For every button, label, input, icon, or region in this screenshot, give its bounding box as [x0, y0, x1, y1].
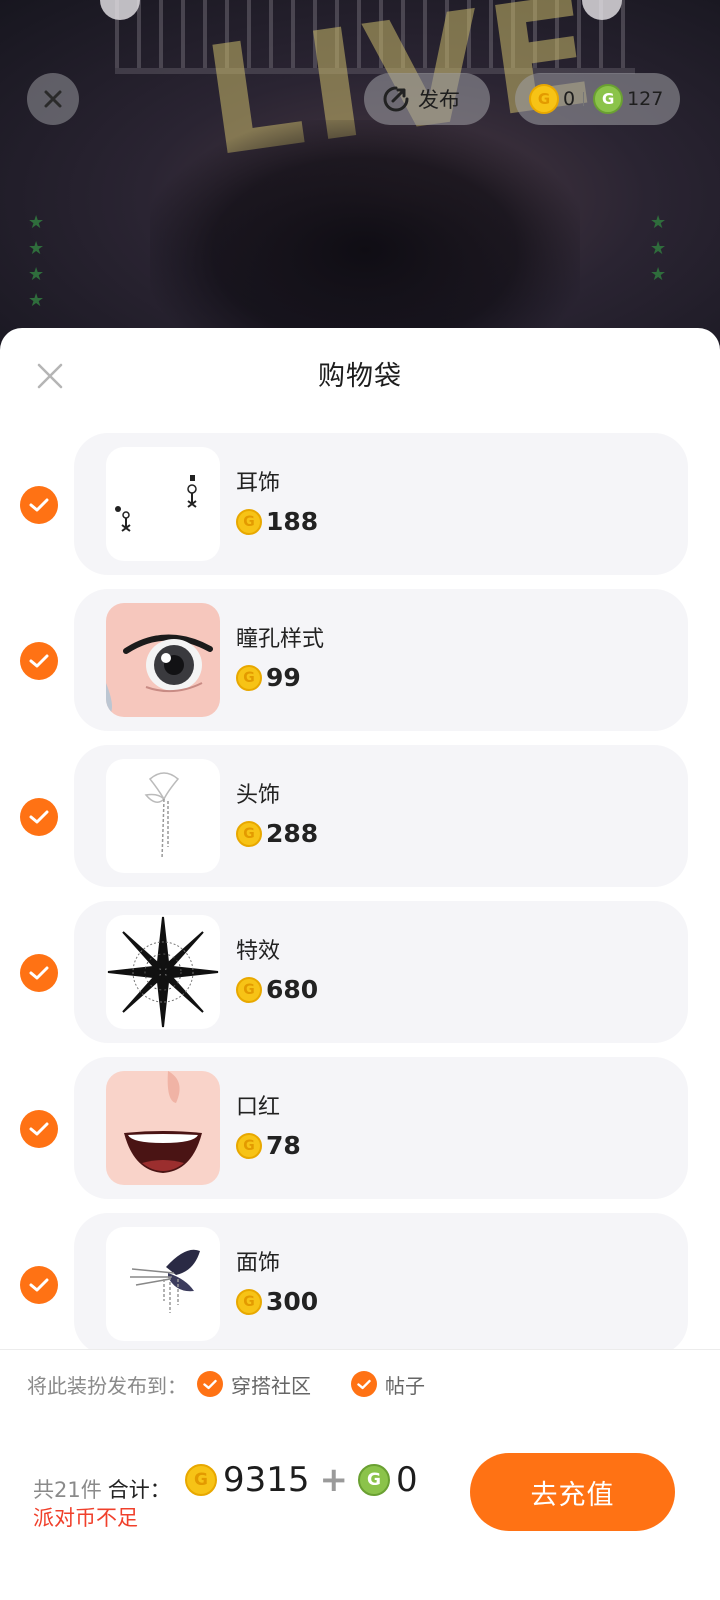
- headpiece-icon: [106, 759, 220, 873]
- decor-stars: ★ ★ ★ ★: [28, 212, 45, 311]
- price-value: 680: [266, 975, 319, 1004]
- green-total: 0: [396, 1460, 418, 1500]
- total-label: 合计：: [107, 1478, 171, 1502]
- item-checkbox[interactable]: [20, 954, 58, 992]
- list-item[interactable]: 面饰 300: [0, 1213, 720, 1355]
- list-item[interactable]: 头饰 288: [0, 745, 720, 887]
- gold-coin-icon: [236, 976, 262, 1003]
- item-price: 188: [236, 507, 318, 536]
- publish-label: 发布: [418, 88, 460, 112]
- item-card[interactable]: 面饰 300: [74, 1213, 688, 1355]
- list-item[interactable]: 特效 680: [0, 901, 720, 1043]
- item-name: 口红: [236, 1095, 281, 1120]
- item-card[interactable]: 口红 78: [74, 1057, 688, 1199]
- publish-button[interactable]: 发布: [364, 73, 490, 125]
- price-value: 78: [266, 1131, 301, 1160]
- green-coin-icon: [593, 84, 624, 114]
- gold-coin-icon: [236, 1132, 262, 1159]
- price-value: 188: [266, 507, 319, 536]
- item-checkbox[interactable]: [20, 642, 58, 680]
- option-checkbox[interactable]: [197, 1371, 223, 1397]
- item-card[interactable]: 头饰 288: [74, 745, 688, 887]
- item-card[interactable]: 瞳孔样式 99: [74, 589, 688, 731]
- sheet-title: 购物袋: [318, 361, 402, 392]
- eye-icon: [106, 603, 220, 717]
- price-value: 99: [266, 663, 301, 692]
- recharge-button[interactable]: 去充值: [470, 1453, 675, 1531]
- checkmark-icon: [29, 1278, 49, 1292]
- item-checkbox[interactable]: [20, 1266, 58, 1304]
- green-coin-icon: [358, 1464, 391, 1496]
- face-accessory-icon: [106, 1227, 220, 1341]
- list-item[interactable]: 口红 78: [0, 1057, 720, 1199]
- effect-icon: [106, 915, 220, 1029]
- earring-icon: [106, 447, 220, 561]
- scene-close-button[interactable]: [27, 73, 79, 125]
- checkmark-icon: [357, 1379, 371, 1389]
- checkmark-icon: [29, 654, 49, 668]
- gold-total: 9315: [223, 1460, 310, 1500]
- dressup-scene-background: LIVE ★★★★ ★★★: [0, 0, 720, 360]
- count-text: 共21件: [33, 1478, 102, 1502]
- lipstick-icon: [106, 1071, 220, 1185]
- item-name: 耳饰: [236, 471, 281, 496]
- gold-balance: 0: [563, 88, 576, 110]
- gold-coin-icon: [529, 84, 559, 114]
- decor-stars: ★ ★ ★: [650, 212, 667, 285]
- item-card[interactable]: 耳饰 188: [74, 433, 688, 575]
- item-price: 288: [236, 819, 318, 848]
- item-price: 300: [236, 1287, 318, 1316]
- checkmark-icon: [29, 1122, 49, 1136]
- publish-option-post[interactable]: 帖子: [351, 1370, 425, 1399]
- item-name: 瞳孔样式: [236, 627, 325, 652]
- option-checkbox[interactable]: [351, 1371, 377, 1397]
- publish-to-bar: 将此装扮发布到： 穿搭社区 帖子: [0, 1349, 720, 1419]
- plus-sign: +: [319, 1460, 349, 1500]
- checkmark-icon: [29, 498, 49, 512]
- checkmark-icon: [29, 810, 49, 824]
- option-label: 帖子: [385, 1373, 425, 1398]
- checkmark-icon: [203, 1379, 217, 1389]
- green-balance: 127: [627, 88, 664, 110]
- item-price: 99: [236, 663, 301, 692]
- insufficient-funds-warning: 派对币不足: [33, 1506, 138, 1530]
- publish-option-outfit-community[interactable]: 穿搭社区: [197, 1370, 311, 1399]
- checkmark-icon: [29, 966, 49, 980]
- close-icon: [44, 90, 62, 108]
- item-count: 共21件 合计：: [33, 1474, 171, 1504]
- divider: [583, 92, 585, 106]
- total-amount: 9315 + 0: [185, 1460, 418, 1500]
- item-checkbox[interactable]: [20, 1110, 58, 1148]
- item-card[interactable]: 特效 680: [74, 901, 688, 1043]
- currency-balance[interactable]: 0 127: [515, 73, 680, 125]
- gold-coin-icon: [236, 820, 262, 847]
- publish-to-label: 将此装扮发布到：: [27, 1373, 187, 1398]
- price-value: 288: [266, 819, 319, 848]
- gold-coin-icon: [185, 1464, 217, 1496]
- item-price: 680: [236, 975, 318, 1004]
- gold-coin-icon: [236, 1288, 262, 1315]
- item-price: 78: [236, 1131, 301, 1160]
- avatar-silhouette: [150, 120, 580, 360]
- checkout-footer: 共21件合计： 9315 + 0 派对币不足 去充值: [0, 1418, 720, 1600]
- gold-coin-icon: [236, 508, 262, 535]
- list-item[interactable]: 瞳孔样式 99: [0, 589, 720, 731]
- item-name: 头饰: [236, 783, 281, 808]
- item-name: 面饰: [236, 1251, 281, 1276]
- item-checkbox[interactable]: [20, 798, 58, 836]
- item-checkbox[interactable]: [20, 486, 58, 524]
- price-value: 300: [266, 1287, 319, 1316]
- list-item[interactable]: 耳饰 188: [0, 433, 720, 575]
- option-label: 穿搭社区: [231, 1373, 311, 1398]
- item-name: 特效: [236, 939, 281, 964]
- gold-coin-icon: [236, 664, 262, 691]
- publish-icon: [383, 86, 409, 112]
